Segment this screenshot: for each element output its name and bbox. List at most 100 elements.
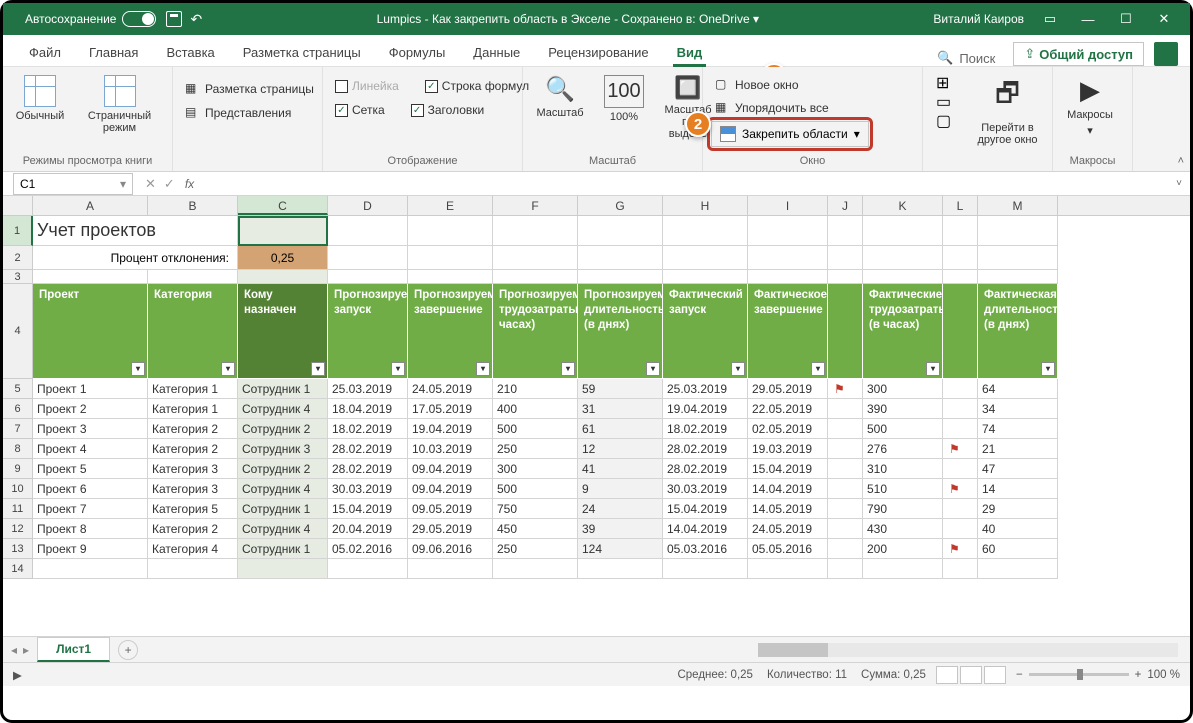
cell[interactable]: 24	[578, 499, 663, 519]
cell[interactable]	[663, 246, 748, 270]
cell[interactable]: 74	[978, 419, 1058, 439]
cell[interactable]: 19.03.2019	[748, 439, 828, 459]
cell[interactable]: 276	[863, 439, 943, 459]
cell[interactable]: 17.05.2019	[408, 399, 493, 419]
cell[interactable]	[828, 499, 863, 519]
row-header-12[interactable]: 12	[3, 519, 33, 539]
row-header-14[interactable]: 14	[3, 559, 33, 579]
tab-view[interactable]: Вид	[663, 39, 717, 66]
cell[interactable]	[408, 246, 493, 270]
cell[interactable]: 09.05.2019	[408, 499, 493, 519]
cell[interactable]	[943, 284, 978, 379]
cell[interactable]	[328, 246, 408, 270]
filter-button[interactable]: ▾	[926, 362, 940, 376]
unhide-icon[interactable]: ▢	[936, 111, 952, 127]
freeze-panes-button[interactable]: Закрепить области▾	[711, 121, 869, 147]
row-header-13[interactable]: 13	[3, 539, 33, 559]
cell[interactable]	[828, 216, 863, 246]
filter-button[interactable]: ▾	[646, 362, 660, 376]
cell[interactable]: 750	[493, 499, 578, 519]
cell[interactable]	[408, 559, 493, 579]
cell[interactable]	[238, 559, 328, 579]
share-button[interactable]: ⇪ Общий доступ	[1013, 42, 1144, 66]
cell[interactable]: 200	[863, 539, 943, 559]
cell[interactable]	[828, 246, 863, 270]
cell[interactable]	[828, 284, 863, 379]
cell[interactable]	[978, 559, 1058, 579]
cell[interactable]: 61	[578, 419, 663, 439]
cell[interactable]	[238, 216, 328, 246]
cell[interactable]: 15.04.2019	[328, 499, 408, 519]
expand-formula-bar-icon[interactable]: ˅	[1176, 178, 1182, 189]
cell[interactable]: 14.05.2019	[748, 499, 828, 519]
cell[interactable]: 29.05.2019	[748, 379, 828, 399]
cell[interactable]	[748, 559, 828, 579]
cell[interactable]	[148, 559, 238, 579]
cell[interactable]: 30.03.2019	[663, 479, 748, 499]
cell[interactable]: 510	[863, 479, 943, 499]
cell[interactable]: Проект 7	[33, 499, 148, 519]
row-header-5[interactable]: 5	[3, 379, 33, 399]
cell[interactable]: 09.06.2016	[408, 539, 493, 559]
cell[interactable]: 05.03.2016	[663, 539, 748, 559]
cell[interactable]: ⚑	[943, 539, 978, 559]
collapse-ribbon-icon[interactable]: ˄	[1178, 155, 1184, 167]
cell[interactable]: Прогнозируемая длительность (в днях)▾	[578, 284, 663, 379]
cell[interactable]	[663, 216, 748, 246]
col-header-G[interactable]: G	[578, 196, 663, 215]
horizontal-scrollbar[interactable]	[758, 643, 1178, 657]
zoom-100-button[interactable]: 100100%	[595, 71, 653, 127]
cell[interactable]	[943, 399, 978, 419]
col-header-I[interactable]: I	[748, 196, 828, 215]
cell[interactable]	[33, 270, 148, 284]
cell[interactable]: 10.03.2019	[408, 439, 493, 459]
filter-button[interactable]: ▾	[1041, 362, 1055, 376]
cell[interactable]: 28.02.2019	[328, 439, 408, 459]
cell[interactable]: 28.02.2019	[663, 439, 748, 459]
cell[interactable]: 500	[863, 419, 943, 439]
cell[interactable]: Категория 3	[148, 459, 238, 479]
zoom-out-icon[interactable]: −	[1016, 669, 1023, 681]
cell[interactable]: 210	[493, 379, 578, 399]
split-icon[interactable]: ⊞	[936, 73, 952, 89]
cell[interactable]: 450	[493, 519, 578, 539]
cell[interactable]: ⚑	[828, 379, 863, 399]
record-macro-icon[interactable]: ▶	[13, 668, 22, 682]
cell[interactable]: 21	[978, 439, 1058, 459]
autosave-toggle[interactable]: Автосохранение	[25, 11, 156, 27]
formulabar-checkbox[interactable]: ✓Строка формул	[421, 77, 533, 95]
cell[interactable]: 300	[863, 379, 943, 399]
cell[interactable]	[863, 246, 943, 270]
cell[interactable]: 09.04.2019	[408, 479, 493, 499]
col-header-E[interactable]: E	[408, 196, 493, 215]
cell[interactable]: Категория 1	[148, 399, 238, 419]
cell[interactable]	[578, 270, 663, 284]
cell[interactable]: Проект 6	[33, 479, 148, 499]
pagebreak-view-icon[interactable]	[984, 666, 1006, 684]
cell[interactable]: 12	[578, 439, 663, 459]
cell[interactable]	[828, 419, 863, 439]
cell[interactable]	[828, 519, 863, 539]
tab-review[interactable]: Рецензирование	[534, 39, 662, 66]
cell[interactable]	[578, 246, 663, 270]
cell[interactable]: 9	[578, 479, 663, 499]
cell[interactable]	[493, 270, 578, 284]
tab-formulas[interactable]: Формулы	[375, 39, 460, 66]
save-icon[interactable]	[166, 11, 182, 27]
cell[interactable]: 124	[578, 539, 663, 559]
filter-button[interactable]: ▾	[731, 362, 745, 376]
hide-icon[interactable]: ▭	[936, 92, 952, 108]
cell[interactable]: 24.05.2019	[748, 519, 828, 539]
cell[interactable]: Проект 2	[33, 399, 148, 419]
new-window-button[interactable]: ▢Новое окно	[711, 75, 803, 95]
cell[interactable]	[863, 559, 943, 579]
zoom-slider[interactable]	[1029, 673, 1129, 676]
cell[interactable]	[828, 399, 863, 419]
cell[interactable]	[493, 216, 578, 246]
tab-page-layout[interactable]: Разметка страницы	[229, 39, 375, 66]
row-header-8[interactable]: 8	[3, 439, 33, 459]
cell[interactable]	[748, 270, 828, 284]
col-header-C[interactable]: C	[238, 196, 328, 215]
row-header-9[interactable]: 9	[3, 459, 33, 479]
row-header-11[interactable]: 11	[3, 499, 33, 519]
